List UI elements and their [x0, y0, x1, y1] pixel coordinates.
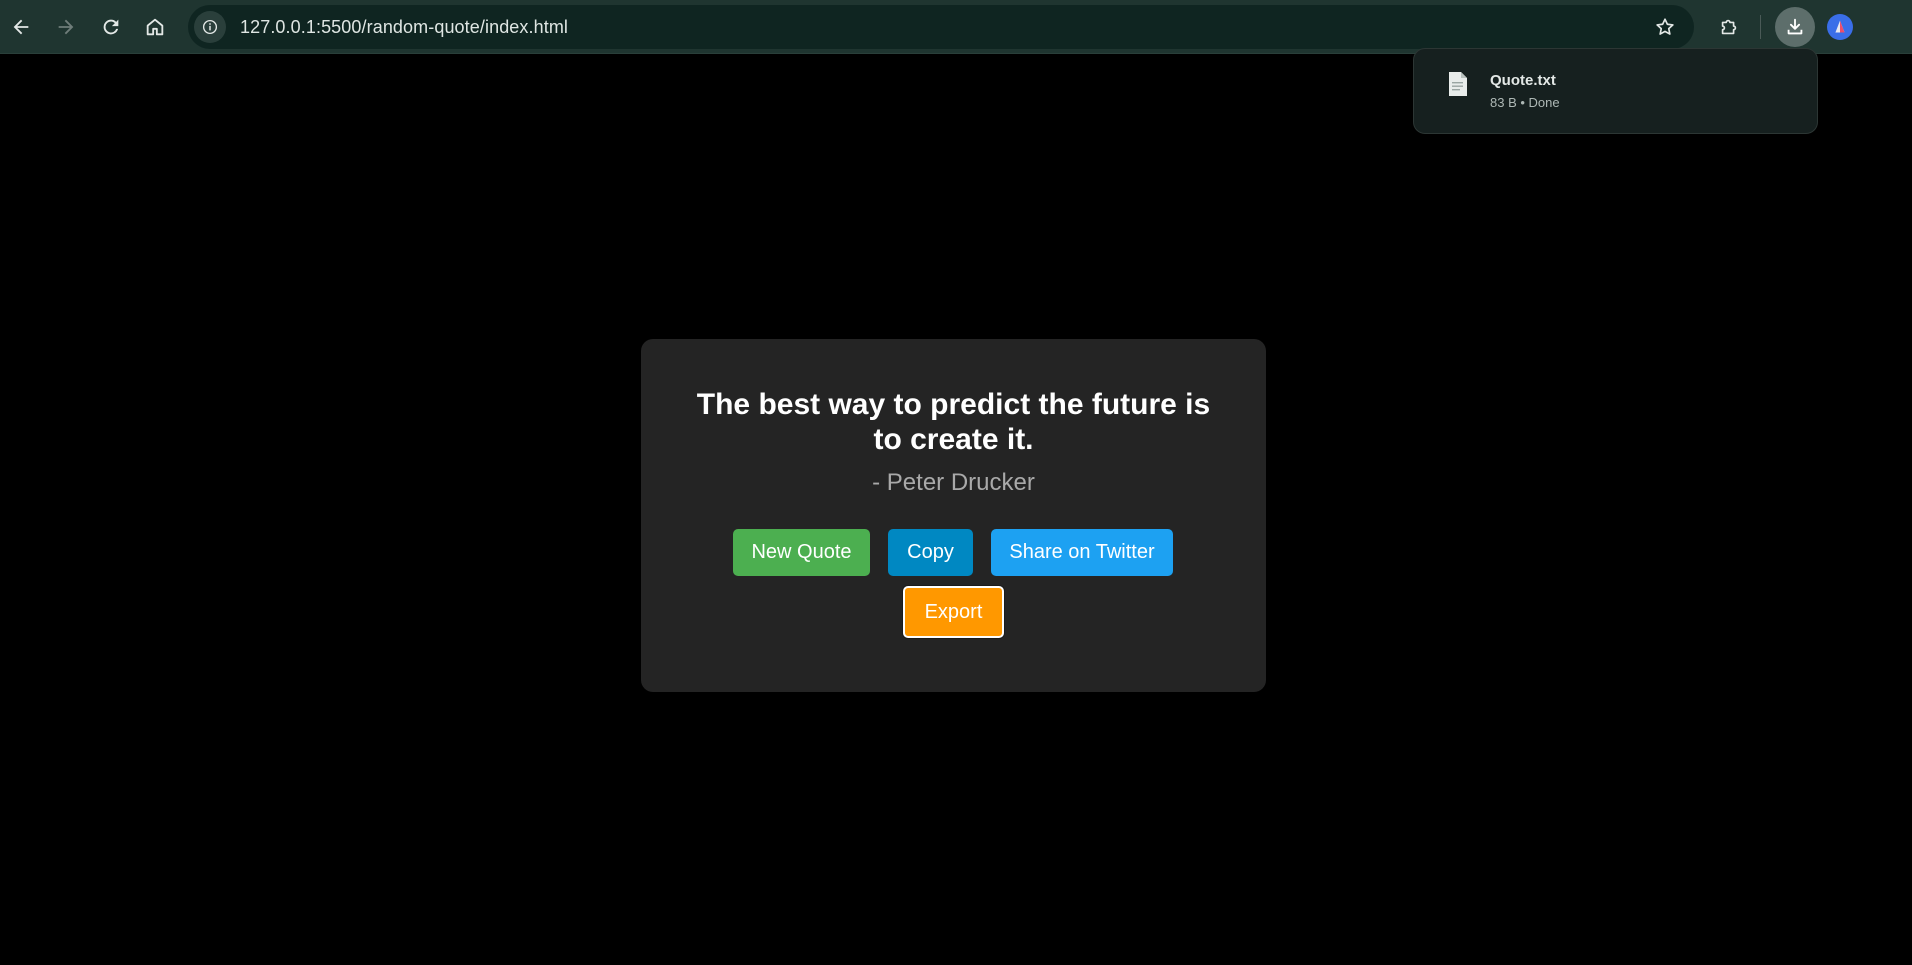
back-arrow-icon	[13, 19, 29, 35]
forward-button[interactable]	[46, 7, 86, 47]
puzzle-piece-icon	[1721, 19, 1737, 35]
file-icon	[1449, 72, 1467, 96]
star-icon	[1656, 18, 1674, 35]
site-info-button[interactable]	[194, 11, 226, 43]
home-button[interactable]	[135, 7, 175, 47]
quote-card: The best way to predict the future is to…	[641, 339, 1266, 692]
quote-text: The best way to predict the future is to…	[696, 388, 1211, 456]
downloads-button[interactable]	[1775, 7, 1815, 47]
download-bubble: Quote.txt 83 B • Done	[1413, 48, 1818, 134]
copy-button[interactable]: Copy	[888, 529, 973, 576]
info-icon	[202, 19, 218, 35]
toolbar-divider	[1760, 15, 1761, 39]
url-text[interactable]: 127.0.0.1:5500/random-quote/index.html	[240, 17, 568, 38]
profile-button[interactable]	[1820, 7, 1860, 47]
download-icon	[1787, 18, 1803, 35]
address-bar[interactable]: 127.0.0.1:5500/random-quote/index.html	[188, 5, 1694, 49]
reload-icon	[103, 19, 119, 35]
back-button[interactable]	[1, 7, 41, 47]
extensions-button[interactable]	[1709, 7, 1749, 47]
reload-button[interactable]	[91, 7, 131, 47]
share-twitter-button[interactable]: Share on Twitter	[991, 529, 1173, 576]
export-button[interactable]: Export	[903, 586, 1004, 638]
download-status: 83 B • Done	[1490, 95, 1560, 110]
browser-toolbar: 127.0.0.1:5500/random-quote/index.html	[0, 0, 1912, 54]
home-icon	[146, 18, 164, 36]
bookmark-button[interactable]	[1648, 10, 1682, 44]
quote-author: - Peter Drucker	[872, 469, 1035, 496]
forward-arrow-icon	[58, 19, 74, 35]
new-quote-button[interactable]: New Quote	[733, 529, 870, 576]
avatar-icon	[1827, 14, 1853, 40]
download-file-name[interactable]: Quote.txt	[1490, 72, 1556, 89]
